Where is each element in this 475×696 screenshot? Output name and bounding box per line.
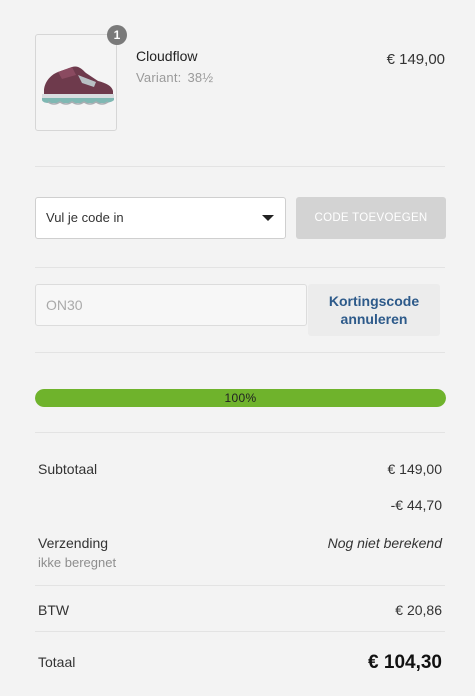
total-value: € 104,30 (368, 652, 442, 673)
variant-label: Variant: (136, 70, 182, 85)
product-variant: Variant: 38½ (136, 70, 213, 85)
shipping-label: Verzending (38, 535, 109, 551)
free-shipping-progress: 100% (35, 389, 446, 407)
divider (35, 352, 445, 353)
quantity-badge: 1 (107, 25, 127, 45)
divider (35, 432, 445, 433)
divider (35, 166, 445, 167)
divider (35, 267, 445, 268)
product-thumbnail[interactable] (35, 34, 117, 131)
shipping-note: ikke beregnet (38, 555, 117, 570)
coupon-select-value: Vul je code in (46, 210, 124, 225)
cancel-discount-line2: annuleren (340, 311, 408, 327)
vat-label: BTW (38, 602, 70, 618)
cancel-discount-button[interactable]: Kortingscode annuleren (308, 284, 440, 336)
shipping-value: Nog niet berekend (327, 535, 442, 551)
divider (35, 585, 445, 586)
vat-value: € 20,86 (395, 602, 442, 618)
chevron-down-icon (262, 215, 274, 221)
shoe-image (42, 66, 114, 105)
variant-value: 38½ (187, 70, 214, 85)
subtotal-value: € 149,00 (387, 461, 443, 477)
order-summary: 1 Cloudflow Variant: 38½ € 149,00 Vul je … (0, 0, 475, 696)
add-code-button[interactable]: CODE TOEVOEGEN (296, 197, 446, 239)
total-label: Totaal (38, 654, 76, 670)
subtotal-label: Subtotaal (38, 461, 98, 477)
coupon-code-select[interactable]: Vul je code in (35, 197, 286, 239)
discount-value: -€ 44,70 (390, 497, 442, 513)
product-name: Cloudflow (136, 48, 198, 64)
divider (35, 631, 445, 632)
cancel-discount-line1: Kortingscode (328, 293, 420, 309)
product-price: € 149,00 (386, 51, 445, 68)
applied-code-field[interactable]: ON30 (35, 284, 307, 326)
progress-label: 100% (224, 391, 257, 405)
